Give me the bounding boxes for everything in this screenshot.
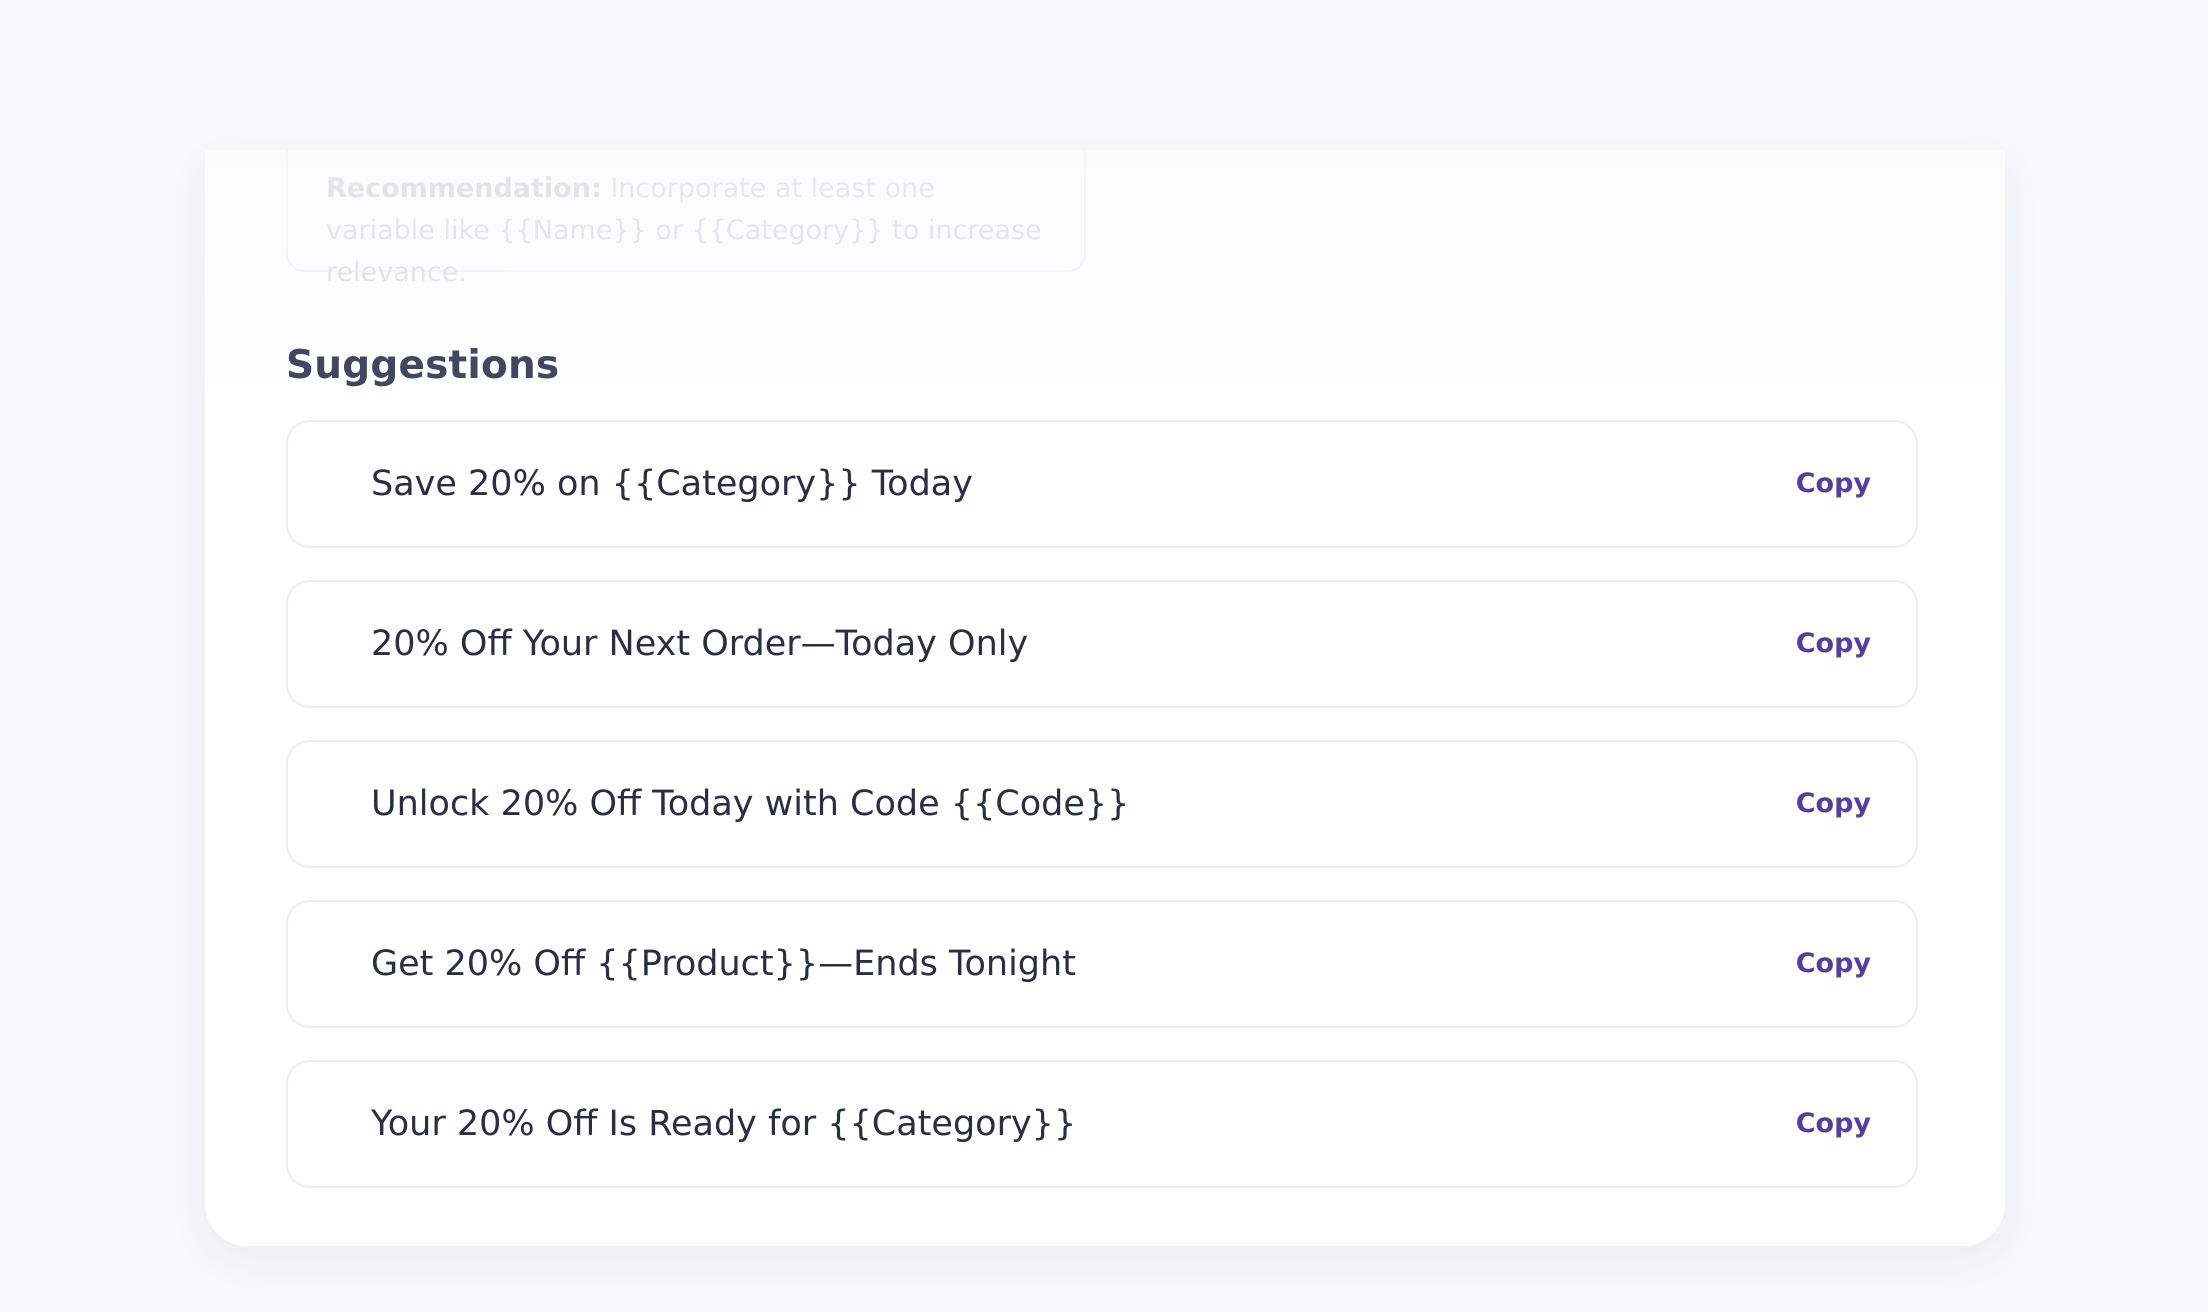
copy-button[interactable]: Copy	[1796, 582, 1871, 706]
recommendation-box: Recommendation: Incorporate at least one…	[286, 150, 1086, 288]
section-title: Suggestions	[286, 343, 560, 388]
copy-button[interactable]: Copy	[1796, 1062, 1871, 1186]
copy-button[interactable]: Copy	[1796, 902, 1871, 1026]
suggestion-text: Unlock 20% Off Today with Code {{Code}}	[371, 784, 1130, 824]
suggestion-text: Get 20% Off {{Product}}—Ends Tonight	[371, 944, 1076, 984]
suggestion-item: Save 20% on {{Category}} Today Copy	[286, 420, 1918, 548]
suggestion-item: 20% Off Your Next Order—Today Only Copy	[286, 580, 1918, 708]
recommendation-label: Recommendation:	[326, 173, 602, 204]
suggestion-item: Your 20% Off Is Ready for {{Category}} C…	[286, 1060, 1918, 1188]
suggestion-text: Save 20% on {{Category}} Today	[371, 464, 973, 504]
suggestion-text: 20% Off Your Next Order—Today Only	[371, 624, 1029, 664]
suggestion-text: Your 20% Off Is Ready for {{Category}}	[371, 1104, 1077, 1144]
copy-button[interactable]: Copy	[1796, 422, 1871, 546]
copy-button[interactable]: Copy	[1796, 742, 1871, 866]
suggestion-item: Get 20% Off {{Product}}—Ends Tonight Cop…	[286, 900, 1918, 1028]
suggestions-panel: Recommendation: Incorporate at least one…	[205, 150, 2005, 1246]
suggestion-item: Unlock 20% Off Today with Code {{Code}} …	[286, 740, 1918, 868]
